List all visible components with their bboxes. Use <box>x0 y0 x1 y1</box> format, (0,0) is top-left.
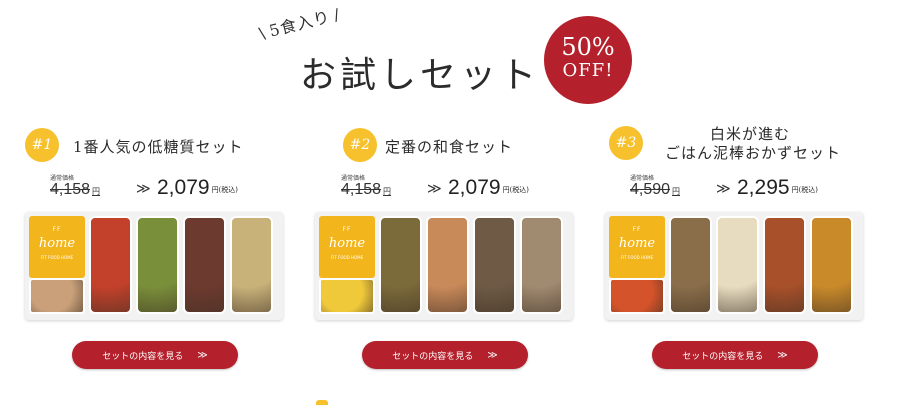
card-title: 定番の和食セット <box>385 138 514 156</box>
card-title: 1番人気の低糖質セット <box>73 138 244 156</box>
food-compartment <box>379 216 422 314</box>
brand-logo: FF home FIT FOOD HOME <box>319 216 375 278</box>
food-compartment <box>136 216 179 314</box>
double-chevron-icon: ≫ <box>777 349 788 361</box>
regular-price: 4,158 円 <box>341 181 392 198</box>
food-compartment <box>183 216 226 314</box>
double-chevron-icon: ≫ <box>487 349 498 361</box>
regular-price: 4,158 円 <box>50 181 101 198</box>
product-card-1: #1 1番人気の低糖質セット 通常価格 4,158 円 ≫ 2,079 円(税込) … <box>25 120 295 380</box>
price-row: 通常価格 4,158 円 ≫ 2,079 円(税込) <box>50 170 310 206</box>
header-subtitle: 5食入り <box>256 1 342 44</box>
price-row: 通常価格 4,590 円 ≫ 2,295 円(税込) <box>630 170 890 206</box>
sale-price: 2,295 円(税込) <box>737 176 819 199</box>
food-compartment <box>609 278 665 314</box>
view-set-contents-button[interactable]: セットの内容を見る ≫ <box>652 341 818 369</box>
brand-logo: FF home FIT FOOD HOME <box>609 216 665 278</box>
hero-header: 5食入り お試しセット 50% OFF! <box>0 0 900 110</box>
food-compartment <box>763 216 806 314</box>
product-card-2: #2 定番の和食セット 通常価格 4,158 円 ≫ 2,079 円(税込) FF … <box>315 120 585 380</box>
page-title: お試しセット <box>300 55 541 96</box>
food-compartment <box>473 216 516 314</box>
food-compartment <box>319 278 375 314</box>
food-compartment <box>89 216 132 314</box>
discount-percent: 50% <box>561 33 615 61</box>
product-card-3: #3 白米が進む ごはん泥棒おかずセット 通常価格 4,590 円 ≫ 2,295 円… <box>605 120 875 380</box>
double-chevron-icon: ≫ <box>427 181 442 197</box>
rank-badge: #3 <box>609 126 643 160</box>
sale-price: 2,079 円(税込) <box>157 176 239 199</box>
view-set-contents-button[interactable]: セットの内容を見る ≫ <box>362 341 528 369</box>
food-compartment <box>230 216 273 314</box>
regular-price: 4,590 円 <box>630 181 681 198</box>
double-chevron-icon: ≫ <box>197 349 208 361</box>
price-row: 通常価格 4,158 円 ≫ 2,079 円(税込) <box>341 170 601 206</box>
brand-logo: FF home FIT FOOD HOME <box>29 216 85 278</box>
carousel-indicator <box>316 400 328 405</box>
meal-tray-image: FF home FIT FOOD HOME <box>605 212 863 320</box>
rank-badge: #1 <box>25 128 59 162</box>
sale-price: 2,079 円(税込) <box>448 176 530 199</box>
food-compartment <box>669 216 712 314</box>
card-title: 白米が進む ごはん泥棒おかずセット <box>665 125 842 162</box>
food-compartment <box>520 216 563 314</box>
meal-tray-image: FF home FIT FOOD HOME <box>315 212 573 320</box>
discount-badge: 50% OFF! <box>544 16 632 104</box>
view-set-contents-button[interactable]: セットの内容を見る ≫ <box>72 341 238 369</box>
double-chevron-icon: ≫ <box>136 181 151 197</box>
food-compartment <box>810 216 853 314</box>
rank-badge: #2 <box>343 128 377 162</box>
food-compartment <box>426 216 469 314</box>
meal-tray-image: FF home FIT FOOD HOME <box>25 212 283 320</box>
food-compartment <box>29 278 85 314</box>
double-chevron-icon: ≫ <box>716 181 731 197</box>
discount-off-label: OFF! <box>562 60 614 81</box>
food-compartment <box>716 216 759 314</box>
